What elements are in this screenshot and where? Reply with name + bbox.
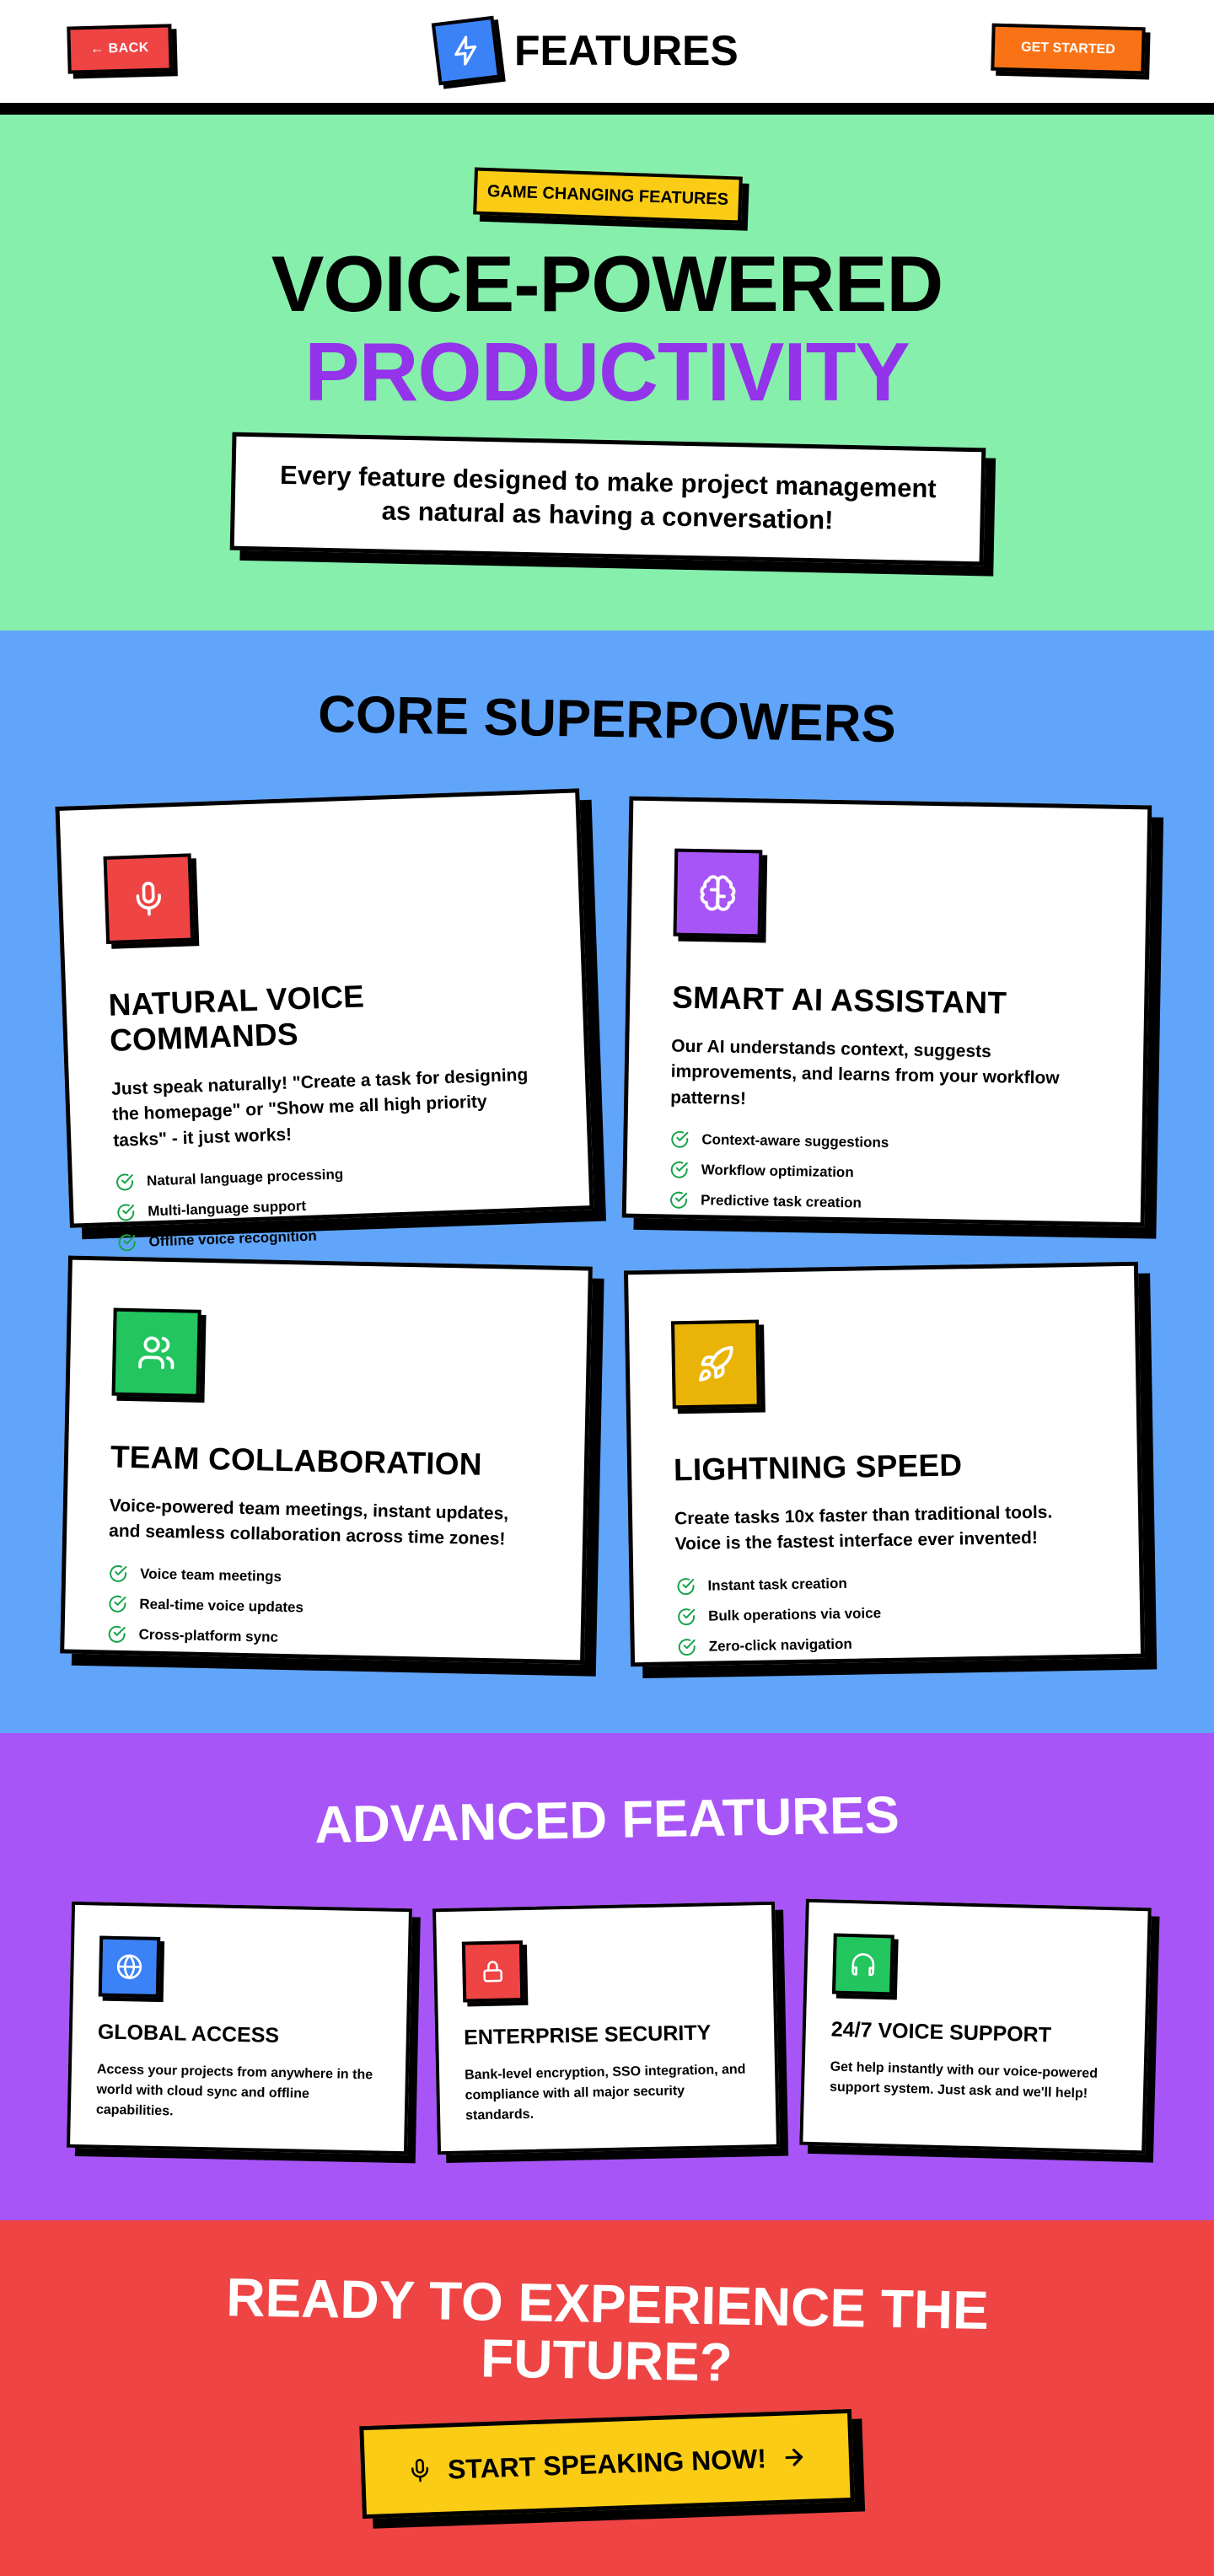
- start-speaking-label: START SPEAKING NOW!: [447, 2442, 767, 2485]
- advanced-card-enterprise-security: ENTERPRISE SECURITY Bank-level encryptio…: [432, 1901, 781, 2155]
- list-item-label: Cross-platform sync: [138, 1626, 279, 1645]
- card-title: ENTERPRISE SECURITY: [463, 2021, 712, 2050]
- list-item-label: Workflow optimization: [701, 1162, 854, 1181]
- advanced-card-global-access: GLOBAL ACCESS Access your projects from …: [66, 1901, 413, 2155]
- microphone-icon: [103, 853, 195, 944]
- feature-list: Context-aware suggestions Workflow optim…: [669, 1124, 1100, 1223]
- check-circle-icon: [110, 1564, 127, 1582]
- card-description: Just speak naturally! "Create a task for…: [110, 1065, 529, 1151]
- list-item-label: Voice team meetings: [139, 1565, 282, 1585]
- list-item-label: Instant task creation: [707, 1575, 847, 1594]
- list-item-label: Zero-click navigation: [708, 1635, 852, 1655]
- logo: FEATURES: [431, 15, 739, 86]
- list-item-label: Natural language processing: [146, 1166, 344, 1189]
- card-title: TEAM COLLABORATION: [110, 1439, 483, 1482]
- headphones-icon: [831, 1933, 894, 1996]
- hero-title-line2: PRODUCTIVITY: [304, 325, 910, 418]
- feature-list: Natural language processing Multi-langua…: [114, 1152, 548, 1258]
- lock-icon: [461, 1940, 524, 2003]
- arrow-right-icon: [785, 2448, 803, 2466]
- list-item-label: Context-aware suggestions: [701, 1131, 889, 1151]
- list-item: Predictive task creation: [669, 1185, 1099, 1223]
- list-item-label: Multi-language support: [147, 1198, 307, 1220]
- feature-list: Voice team meetings Real-time voice upda…: [106, 1558, 540, 1658]
- get-started-button[interactable]: GET STARTED: [991, 23, 1146, 75]
- page-title: FEATURES: [514, 27, 739, 74]
- list-item: Zero-click navigation: [676, 1624, 1099, 1662]
- card-title: 24/7 VOICE SUPPORT: [830, 2017, 1052, 2047]
- check-circle-icon: [671, 1131, 689, 1149]
- globe-icon: [98, 1935, 161, 1998]
- check-circle-icon: [670, 1192, 688, 1210]
- cta-title: READY TO EXPERIENCE THE FUTURE?: [0, 2265, 1214, 2399]
- check-circle-icon: [670, 1162, 688, 1179]
- check-circle-icon: [109, 1595, 126, 1613]
- card-description: Voice-powered team meetings, instant upd…: [108, 1495, 509, 1549]
- card-title: SMART AI ASSISTANT: [671, 979, 1007, 1021]
- rocket-icon: [671, 1319, 760, 1409]
- features-badge: GAME CHANGING FEATURES: [473, 167, 743, 224]
- list-item-label: Offline voice recognition: [148, 1227, 318, 1250]
- check-circle-icon: [677, 1578, 695, 1596]
- list-item-label: Bulk operations via voice: [707, 1604, 882, 1624]
- card-description: Access your projects from anywhere in th…: [95, 2062, 373, 2119]
- advanced-card-voice-support: 24/7 VOICE SUPPORT Get help instantly wi…: [799, 1898, 1152, 2155]
- card-description: Our AI understands context, suggests imp…: [669, 1036, 1060, 1108]
- users-icon: [111, 1307, 201, 1398]
- card-description: Get help instantly with our voice-powere…: [829, 2059, 1099, 2101]
- lightning-icon: [431, 15, 502, 86]
- feature-card-team-collaboration: TEAM COLLABORATION Voice-powered team me…: [60, 1255, 593, 1665]
- brain-icon: [673, 848, 763, 938]
- card-title: LIGHTNING SPEED: [673, 1447, 963, 1488]
- back-button[interactable]: ← BACK: [67, 24, 173, 74]
- top-nav: ← BACK FEATURES GET STARTED: [0, 0, 1214, 115]
- start-speaking-button[interactable]: START SPEAKING NOW!: [359, 2408, 855, 2520]
- card-title: GLOBAL ACCESS: [97, 2020, 280, 2047]
- list-item-label: Real-time voice updates: [139, 1596, 304, 1616]
- hero-title-line1: VOICE-POWERED: [271, 239, 944, 328]
- check-circle-icon: [678, 1608, 696, 1625]
- microphone-icon: [411, 2459, 429, 2482]
- hero-description: Every feature designed to make project m…: [229, 432, 986, 566]
- check-circle-icon: [118, 1234, 136, 1252]
- card-description: Create tasks 10x faster than traditional…: [674, 1502, 1053, 1554]
- check-circle-icon: [116, 1173, 134, 1191]
- feature-list: Instant task creation Bulk operations vi…: [675, 1564, 1099, 1662]
- feature-card-voice-commands: NATURAL VOICE COMMANDS Just speak natura…: [55, 788, 594, 1252]
- list-item-label: Predictive task creation: [700, 1192, 862, 1211]
- card-title: NATURAL VOICE COMMANDS: [108, 979, 365, 1058]
- check-circle-icon: [108, 1625, 126, 1643]
- card-description: Bank-level encryption, SSO integration, …: [464, 2062, 746, 2123]
- check-circle-icon: [678, 1639, 696, 1656]
- feature-card-lightning-speed: LIGHTNING SPEED Create tasks 10x faster …: [623, 1261, 1146, 1667]
- feature-card-ai-assistant: SMART AI ASSISTANT Our AI understands co…: [621, 796, 1152, 1227]
- check-circle-icon: [117, 1204, 135, 1221]
